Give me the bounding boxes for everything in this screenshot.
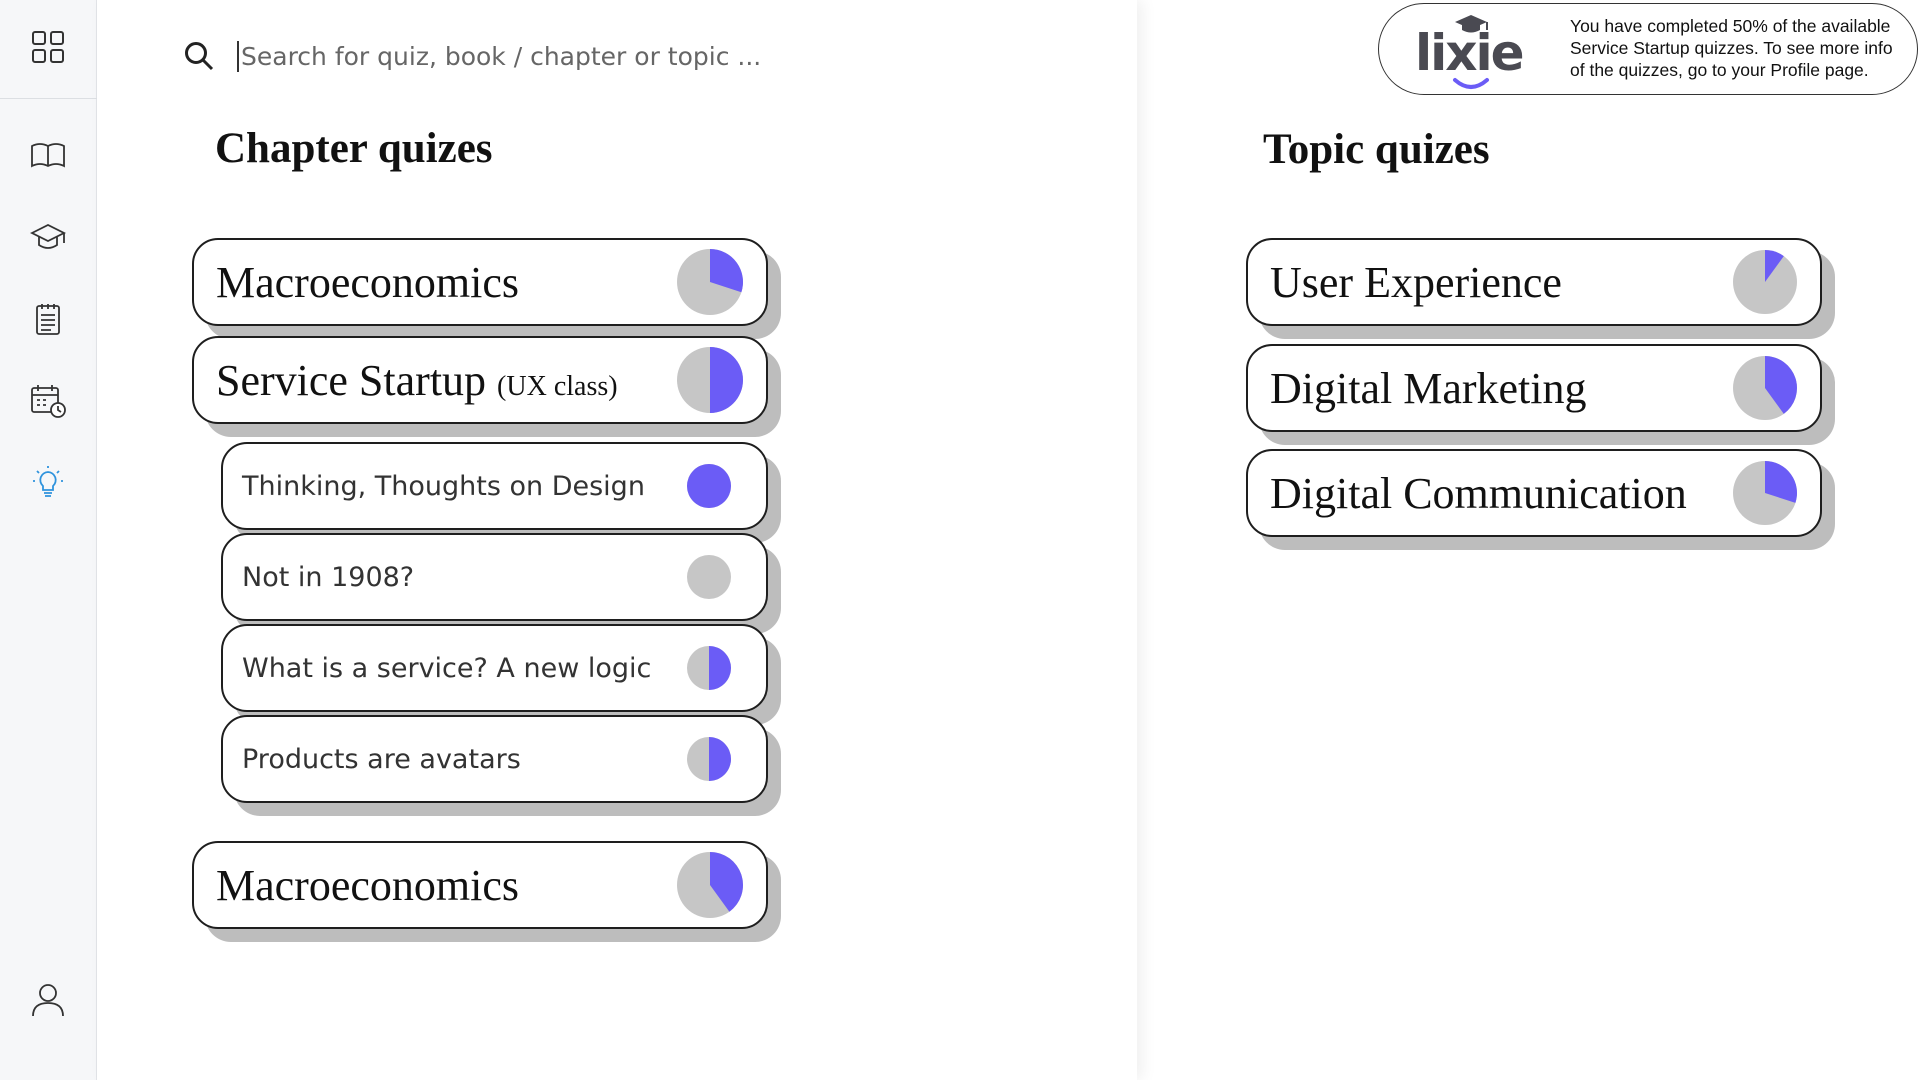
topic-quizes-title: Topic quizes — [1263, 126, 1490, 173]
chapter-card[interactable]: Macroeconomics — [192, 841, 768, 929]
progress-pie — [687, 555, 731, 599]
logo-text: lixie — [1415, 24, 1525, 82]
sidebar — [0, 0, 97, 1080]
notepad-icon[interactable] — [0, 289, 96, 349]
progress-pie — [687, 464, 731, 508]
subchapter-label: Products are avatars — [242, 743, 521, 775]
progress-fill — [710, 347, 743, 413]
subchapter-card[interactable]: Thinking, Thoughts on Design — [221, 442, 768, 530]
topic-label: User Experience — [1270, 257, 1562, 307]
progress-pie — [687, 737, 731, 781]
progress-pie — [1733, 356, 1797, 420]
user-icon[interactable] — [0, 970, 96, 1030]
progress-pie — [687, 646, 731, 690]
graduation-cap-icon[interactable] — [0, 207, 96, 267]
progress-pie — [1733, 461, 1797, 525]
subchapter-label: Thinking, Thoughts on Design — [242, 470, 645, 502]
chapter-card[interactable]: Service Startup (UX class) — [192, 336, 768, 424]
book-icon[interactable] — [0, 125, 96, 185]
subchapter-card[interactable]: Not in 1908? — [221, 533, 768, 621]
subchapter-card[interactable]: Products are avatars — [221, 715, 768, 803]
progress-fill — [687, 464, 731, 508]
search-icon[interactable] — [183, 40, 215, 72]
progress-fill — [709, 646, 731, 690]
lightbulb-icon[interactable] — [0, 452, 96, 512]
subchapter-card[interactable]: What is a service? A new logic — [221, 624, 768, 712]
topic-card[interactable]: Digital Marketing — [1246, 344, 1822, 432]
progress-pie — [677, 249, 743, 315]
topic-card[interactable]: Digital Communication — [1246, 449, 1822, 537]
progress-track — [687, 555, 731, 599]
progress-pie — [677, 347, 743, 413]
apps-grid-icon[interactable] — [0, 17, 96, 77]
topic-card[interactable]: User Experience — [1246, 238, 1822, 326]
progress-pie — [1733, 250, 1797, 314]
search-input[interactable] — [237, 40, 803, 72]
lixie-logo: lixie — [1415, 10, 1535, 94]
topic-panel — [1138, 0, 1920, 1080]
topic-label: Digital Communication — [1270, 468, 1687, 518]
calendar-clock-icon[interactable] — [0, 370, 96, 430]
notification-message: You have completed 50% of the available … — [1570, 16, 1893, 80]
subchapter-label: What is a service? A new logic — [242, 652, 652, 684]
progress-pie — [677, 852, 743, 918]
subchapter-label: Not in 1908? — [242, 561, 415, 593]
chapter-quizes-title: Chapter quizes — [215, 125, 493, 172]
topic-label: Digital Marketing — [1270, 363, 1587, 413]
sidebar-divider — [0, 98, 97, 99]
chapter-card[interactable]: Macroeconomics — [192, 238, 768, 326]
progress-fill — [709, 737, 731, 781]
progress-notification[interactable]: lixie You have completed 50% of the avai… — [1378, 3, 1918, 95]
chapter-label: Macroeconomics — [216, 860, 519, 910]
search-bar — [183, 36, 883, 76]
chapter-label: Macroeconomics — [216, 257, 519, 307]
chapter-label: Service Startup (UX class) — [216, 355, 618, 405]
